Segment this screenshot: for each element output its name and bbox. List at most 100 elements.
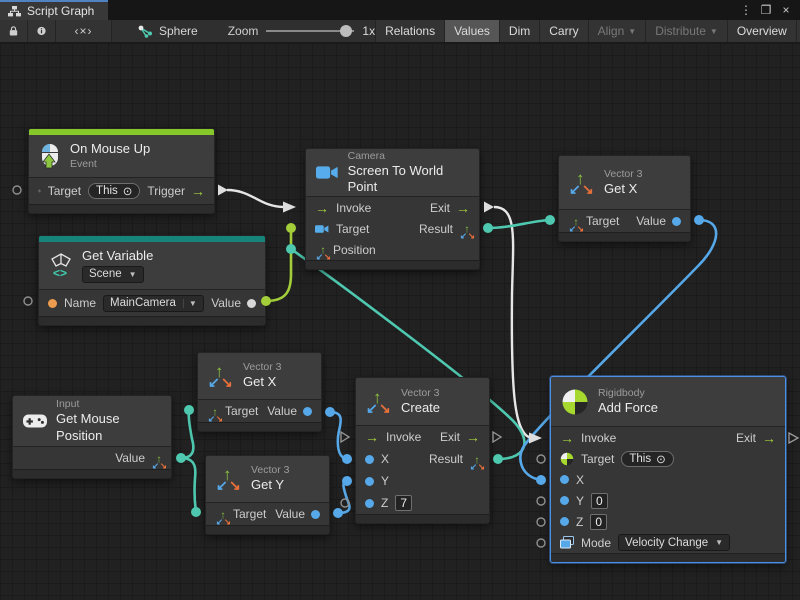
node-title: Get Y: [251, 477, 290, 493]
node-add-force[interactable]: Rigidbody Add Force → Invoke Exit →: [550, 376, 786, 563]
node-title: Get X: [243, 374, 282, 390]
float-type-icon: [560, 475, 569, 484]
name-label: Name: [64, 296, 96, 310]
node-title: On Mouse Up: [70, 141, 150, 157]
invoke-label: Invoke: [386, 430, 421, 444]
target-this-button[interactable]: This ⊙: [88, 183, 140, 199]
result-label: Result: [429, 452, 463, 466]
rigidbody-type-icon: [560, 452, 574, 466]
clear-selection-button[interactable]: ‹×›: [56, 20, 112, 42]
close-icon[interactable]: ×: [778, 3, 794, 17]
value-label: Value: [211, 296, 241, 310]
z-value-field[interactable]: 7: [395, 495, 412, 511]
variable-scope-dropdown[interactable]: Scene ▼: [82, 266, 144, 283]
trigger-label: Trigger: [147, 184, 185, 198]
node-category: Vector 3: [401, 387, 440, 400]
node-category: Vector 3: [251, 464, 290, 477]
node-footer: [551, 553, 785, 562]
node-get-mouse-position[interactable]: Input Get Mouse Position Value ↑↙↘: [12, 395, 172, 479]
tab-script-graph[interactable]: Script Graph: [0, 0, 108, 20]
window-menu-icon[interactable]: ⋮: [738, 3, 754, 17]
flow-arrow-icon: →: [315, 201, 329, 215]
string-type-icon: [48, 299, 57, 308]
info-button[interactable]: [28, 20, 56, 42]
node-title: Get Variable: [82, 248, 153, 264]
rigidbody-icon: [561, 388, 589, 416]
vector3-type-icon: ↑↙↘: [460, 224, 469, 233]
z-label: Z: [576, 515, 583, 529]
node-category: Input: [56, 398, 161, 411]
variable-icon: <>: [49, 253, 73, 279]
z-value-field[interactable]: 0: [590, 514, 607, 530]
variable-name-dropdown[interactable]: MainCamera ▼: [103, 295, 204, 312]
tab-title: Script Graph: [27, 4, 94, 18]
distribute-menu[interactable]: Distribute▼: [646, 20, 728, 42]
node-on-mouse-up[interactable]: On Mouse Up Event Target This ⊙ Trigger …: [28, 128, 215, 214]
value-label: Value: [636, 214, 666, 228]
flow-arrow-icon: →: [365, 430, 379, 444]
target-label: Target: [581, 452, 614, 466]
float-type-icon: [303, 407, 312, 416]
vector3-type-icon: ↑↙↘: [316, 245, 325, 254]
tab-bar: Script Graph ⋮ ❐ ×: [0, 0, 800, 20]
align-menu[interactable]: Align▼: [589, 20, 647, 42]
float-type-icon: [672, 217, 681, 226]
node-vector3-create[interactable]: ↑↙↘ Vector 3 Create → Invoke Exit → X Re…: [355, 377, 490, 524]
target-this-button[interactable]: This ⊙: [621, 451, 673, 467]
node-category: Vector 3: [243, 361, 282, 374]
node-vector3-get-x-mid[interactable]: ↑↙↘ Vector 3 Get X ↑↙↘ Target Value: [197, 352, 322, 432]
node-subtitle: Event: [70, 158, 150, 171]
target-label: Target: [225, 404, 258, 418]
zoom-slider-handle[interactable]: [340, 25, 352, 37]
state-graph-icon: [138, 25, 153, 38]
dim-toggle[interactable]: Dim: [500, 20, 540, 42]
enum-type-icon: [560, 536, 574, 549]
flow-arrow-icon: →: [560, 431, 574, 445]
object-picker-icon[interactable]: ⊙: [123, 184, 133, 198]
gamepad-icon: [23, 413, 47, 429]
vector3-icon: ↑↙↘: [366, 389, 392, 415]
x-label: X: [381, 452, 389, 466]
vector3-type-icon: ↑↙↘: [470, 454, 479, 463]
node-footer: [39, 316, 265, 325]
lock-button[interactable]: [0, 20, 28, 42]
node-vector3-get-y[interactable]: ↑↙↘ Vector 3 Get Y ↑↙↘ Target Value: [205, 455, 330, 535]
node-title: Get X: [604, 181, 643, 197]
z-label: Z: [381, 496, 388, 510]
node-title: Add Force: [598, 400, 658, 416]
float-type-icon: [560, 496, 569, 505]
chevron-down-icon: ▼: [710, 27, 718, 36]
chevron-down-icon: ▼: [715, 538, 723, 547]
node-vector3-get-x-top[interactable]: ↑↙↘ Vector 3 Get X ↑↙↘ Target Value: [558, 155, 691, 242]
chevron-down-icon: ▼: [129, 270, 137, 280]
node-category: Rigidbody: [598, 387, 658, 400]
vector3-type-icon: ↑↙↘: [569, 216, 578, 225]
node-get-variable[interactable]: <> Get Variable Scene ▼ Name MainCamera …: [38, 235, 266, 326]
carry-toggle[interactable]: Carry: [540, 20, 588, 42]
gameobject-icon: [38, 184, 41, 198]
zoom-slider[interactable]: [266, 30, 354, 32]
value-label: Value: [115, 451, 145, 465]
camera-type-icon: [315, 224, 329, 234]
object-picker-icon[interactable]: ⊙: [656, 452, 666, 466]
mode-dropdown[interactable]: Velocity Change ▼: [618, 534, 730, 551]
overview-button[interactable]: Overview: [728, 20, 797, 42]
target-label: Target: [48, 184, 81, 198]
y-value-field[interactable]: 0: [591, 493, 608, 509]
graph-breadcrumb[interactable]: Sphere: [138, 20, 198, 42]
maximize-icon[interactable]: ❐: [758, 3, 774, 17]
float-type-icon: [365, 477, 374, 486]
node-footer: [29, 204, 214, 213]
node-footer: [356, 514, 489, 523]
node-screen-to-world-point[interactable]: Camera Screen To World Point → Invoke Ex…: [305, 148, 480, 270]
target-label: Target: [586, 214, 619, 228]
flow-arrow-icon: →: [191, 184, 205, 198]
window-controls: ⋮ ❐ ×: [738, 0, 800, 20]
vector3-icon: ↑↙↘: [569, 170, 595, 196]
relations-toggle[interactable]: Relations: [375, 20, 445, 42]
invoke-label: Invoke: [581, 431, 616, 445]
exit-label: Exit: [430, 201, 450, 215]
values-toggle[interactable]: Values: [445, 20, 500, 42]
float-type-icon: [365, 455, 374, 464]
object-type-icon: [247, 299, 256, 308]
